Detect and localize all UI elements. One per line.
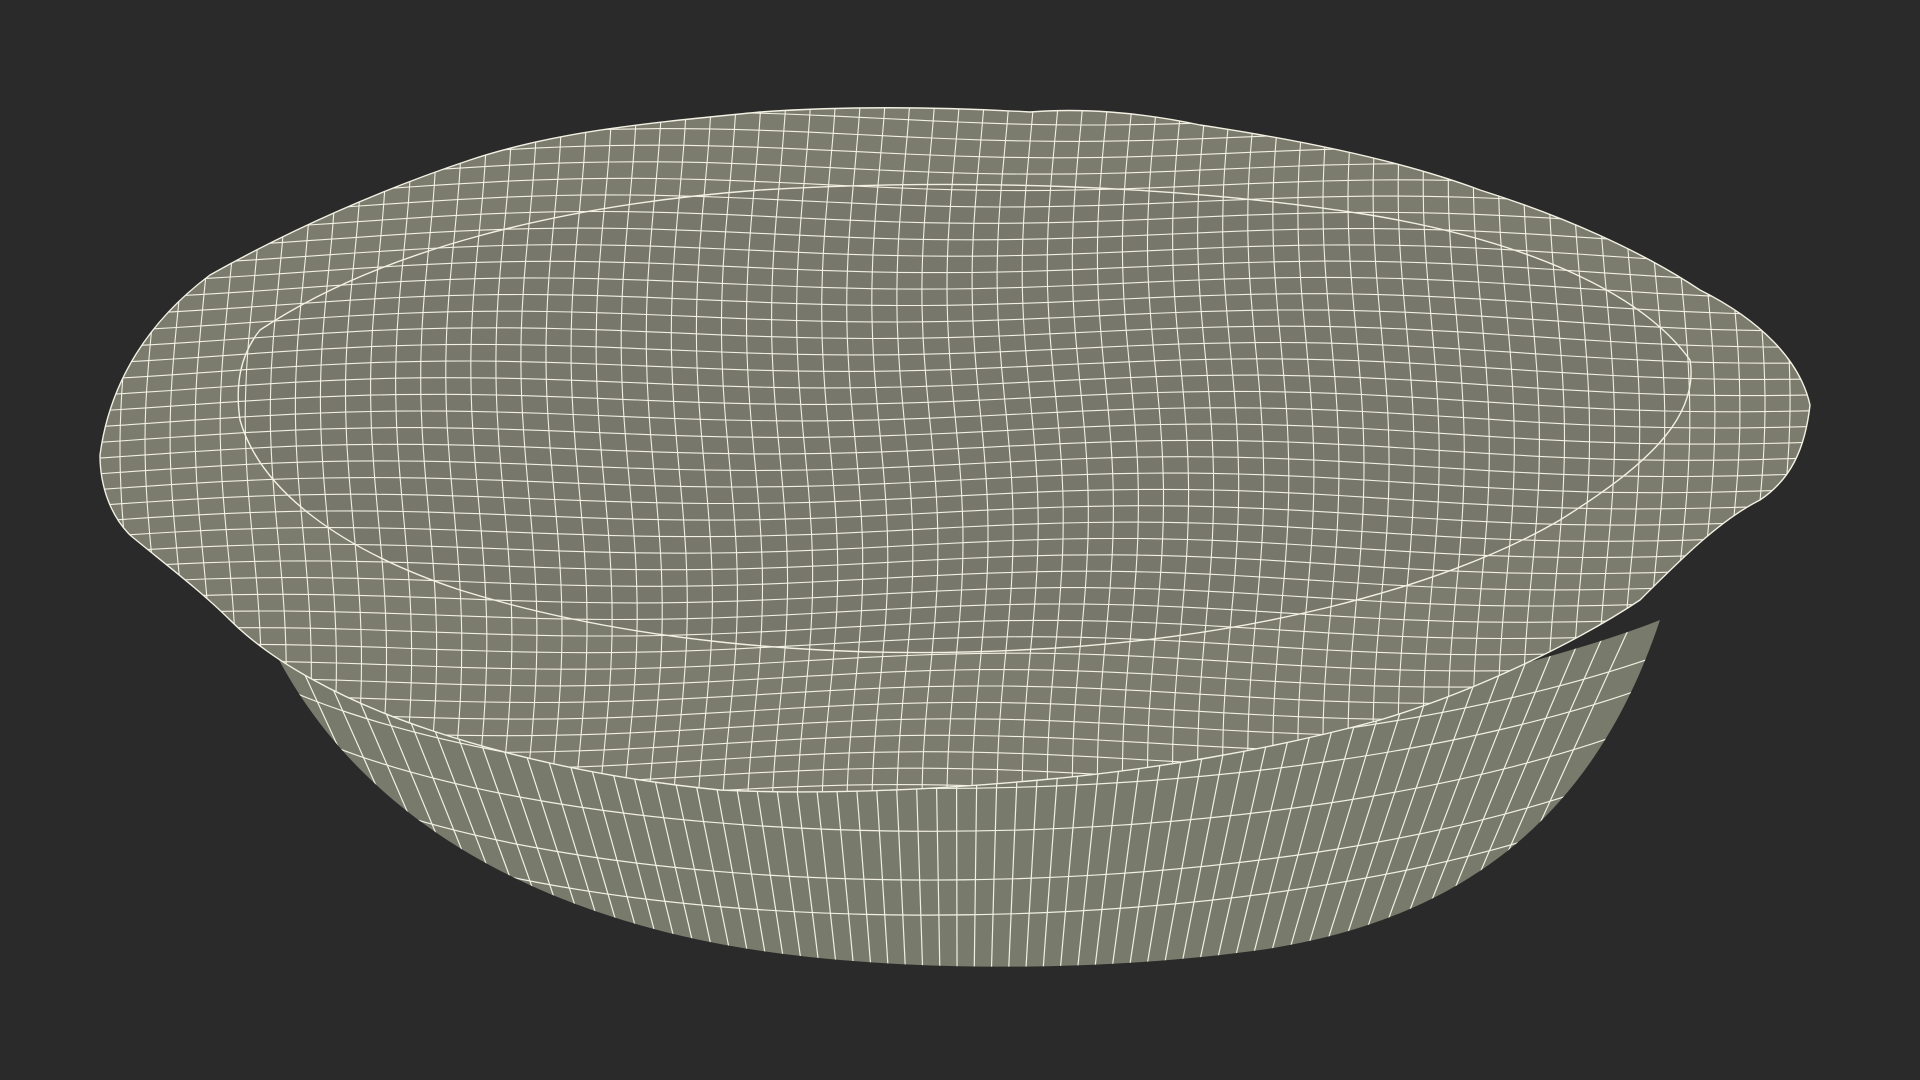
render-viewport — [0, 0, 1920, 1080]
pie-wireframe-render — [0, 0, 1920, 1080]
